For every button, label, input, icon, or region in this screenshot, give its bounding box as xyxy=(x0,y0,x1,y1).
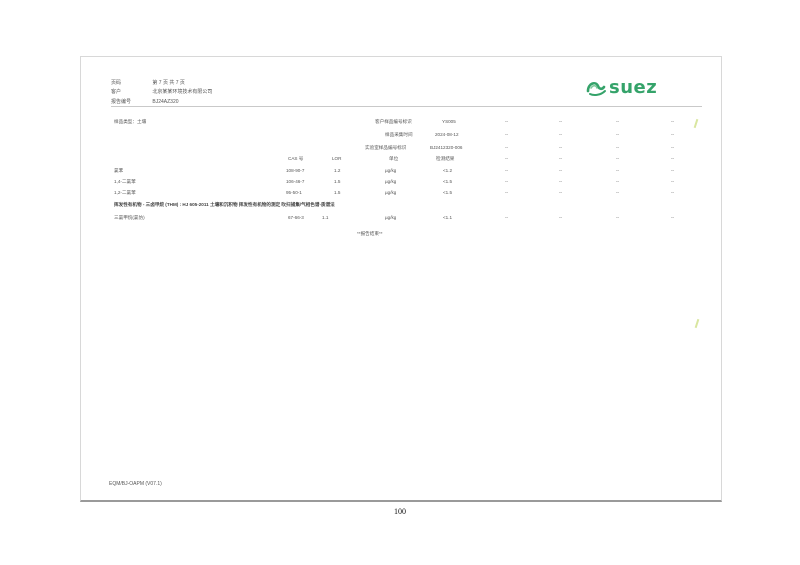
placeholder: -- xyxy=(671,119,675,124)
analyte-name: 氯苯 xyxy=(114,168,124,173)
placeholder: -- xyxy=(505,168,509,173)
placeholder: -- xyxy=(616,179,620,184)
placeholder: -- xyxy=(559,145,563,150)
placeholder: -- xyxy=(671,145,675,150)
placeholder: -- xyxy=(559,119,563,124)
sample-type: 样品类型：土壤 xyxy=(114,119,147,124)
analyte-name: 1,4-二氯苯 xyxy=(114,179,136,184)
unit-value: µg/kg xyxy=(385,215,397,220)
placeholder: -- xyxy=(616,132,620,137)
placeholder: -- xyxy=(559,132,563,137)
lab-id-value: BJ2412320-006 xyxy=(430,145,463,150)
suez-swirl-icon xyxy=(586,81,606,96)
report-label: 报告编号 xyxy=(111,99,132,105)
placeholder: -- xyxy=(505,179,509,184)
placeholder: -- xyxy=(505,156,509,161)
analyte-name: 三氯甲烷(氯仿) xyxy=(114,215,145,220)
lor-value: 1.1 xyxy=(322,215,329,220)
date-label: 样品采集时间 xyxy=(385,132,413,137)
report-value: BJ24AZ320 xyxy=(152,99,179,105)
highlight-mark xyxy=(694,318,700,329)
result-value: <1.1 xyxy=(443,215,453,220)
result-value: <1.2 xyxy=(443,168,453,173)
placeholder: -- xyxy=(616,215,620,220)
end-of-report: **报告结束** xyxy=(357,231,383,236)
placeholder: -- xyxy=(616,119,620,124)
result-value: <1.5 xyxy=(443,190,453,195)
placeholder: -- xyxy=(671,156,675,161)
header-rule xyxy=(111,106,702,107)
unit-value: µg/kg xyxy=(385,168,397,173)
client-info: 客户 北京某某环境技术有限公司 xyxy=(111,88,212,95)
client-value: 北京某某环境技术有限公司 xyxy=(152,89,213,95)
highlight-mark xyxy=(693,118,699,129)
placeholder: -- xyxy=(671,190,675,195)
client-label: 客户 xyxy=(111,89,122,95)
placeholder: -- xyxy=(559,179,563,184)
cas-number: 108-90-7 xyxy=(286,168,305,173)
suez-logo: suez xyxy=(585,77,685,98)
placeholder: -- xyxy=(505,190,509,195)
placeholder: -- xyxy=(559,168,563,173)
placeholder: -- xyxy=(671,179,675,184)
placeholder: -- xyxy=(505,132,509,137)
cas-number: 106-46-7 xyxy=(286,179,305,184)
page-label: 页码 xyxy=(111,80,122,86)
cas-number: 67-66-3 xyxy=(288,215,304,220)
col-cas: CAS 号 xyxy=(288,156,304,161)
placeholder: -- xyxy=(671,132,675,137)
section-title: 挥发性有机物 - 三卤甲烷 (THM) : HJ 605-2011 土壤和沉积物… xyxy=(114,202,335,207)
lor-value: 1.5 xyxy=(334,179,341,184)
placeholder: -- xyxy=(616,145,620,150)
col-lor: LOR xyxy=(332,156,342,161)
date-value: 2024-08-12 xyxy=(435,132,459,137)
result-value: <1.5 xyxy=(443,179,453,184)
lab-id-label: 实验室样品编号标识 xyxy=(365,145,407,150)
col-result: 检测结果 xyxy=(436,156,455,161)
placeholder: -- xyxy=(559,215,563,220)
placeholder: -- xyxy=(616,168,620,173)
col-unit: 单位 xyxy=(389,156,399,161)
placeholder: -- xyxy=(616,190,620,195)
placeholder: -- xyxy=(559,156,563,161)
placeholder: -- xyxy=(505,215,509,220)
unit-value: µg/kg xyxy=(385,190,397,195)
cas-number: 95-50-1 xyxy=(286,190,302,195)
report-page: 页码 第 7 页 共 7 页 客户 北京某某环境技术有限公司 报告编号 BJ24… xyxy=(80,56,722,502)
lor-value: 1.2 xyxy=(334,168,341,173)
placeholder: -- xyxy=(505,119,509,124)
page-number: 100 xyxy=(394,507,406,516)
client-id-label: 客户样品编号标识 xyxy=(375,119,412,124)
report-info: 报告编号 BJ24AZ320 xyxy=(111,98,179,105)
footer-code: EQM/BJ-OAPM (V07.1) xyxy=(109,481,162,487)
client-id-value: YS005 xyxy=(442,119,456,124)
placeholder: -- xyxy=(559,190,563,195)
lor-value: 1.5 xyxy=(334,190,341,195)
placeholder: -- xyxy=(671,168,675,173)
page-info: 页码 第 7 页 共 7 页 xyxy=(111,79,185,86)
placeholder: -- xyxy=(671,215,675,220)
placeholder: -- xyxy=(616,156,620,161)
page-value: 第 7 页 共 7 页 xyxy=(152,80,185,86)
unit-value: µg/kg xyxy=(385,179,397,184)
placeholder: -- xyxy=(505,145,509,150)
analyte-name: 1,2-二氯苯 xyxy=(114,190,136,195)
brand-name: suez xyxy=(609,77,658,98)
